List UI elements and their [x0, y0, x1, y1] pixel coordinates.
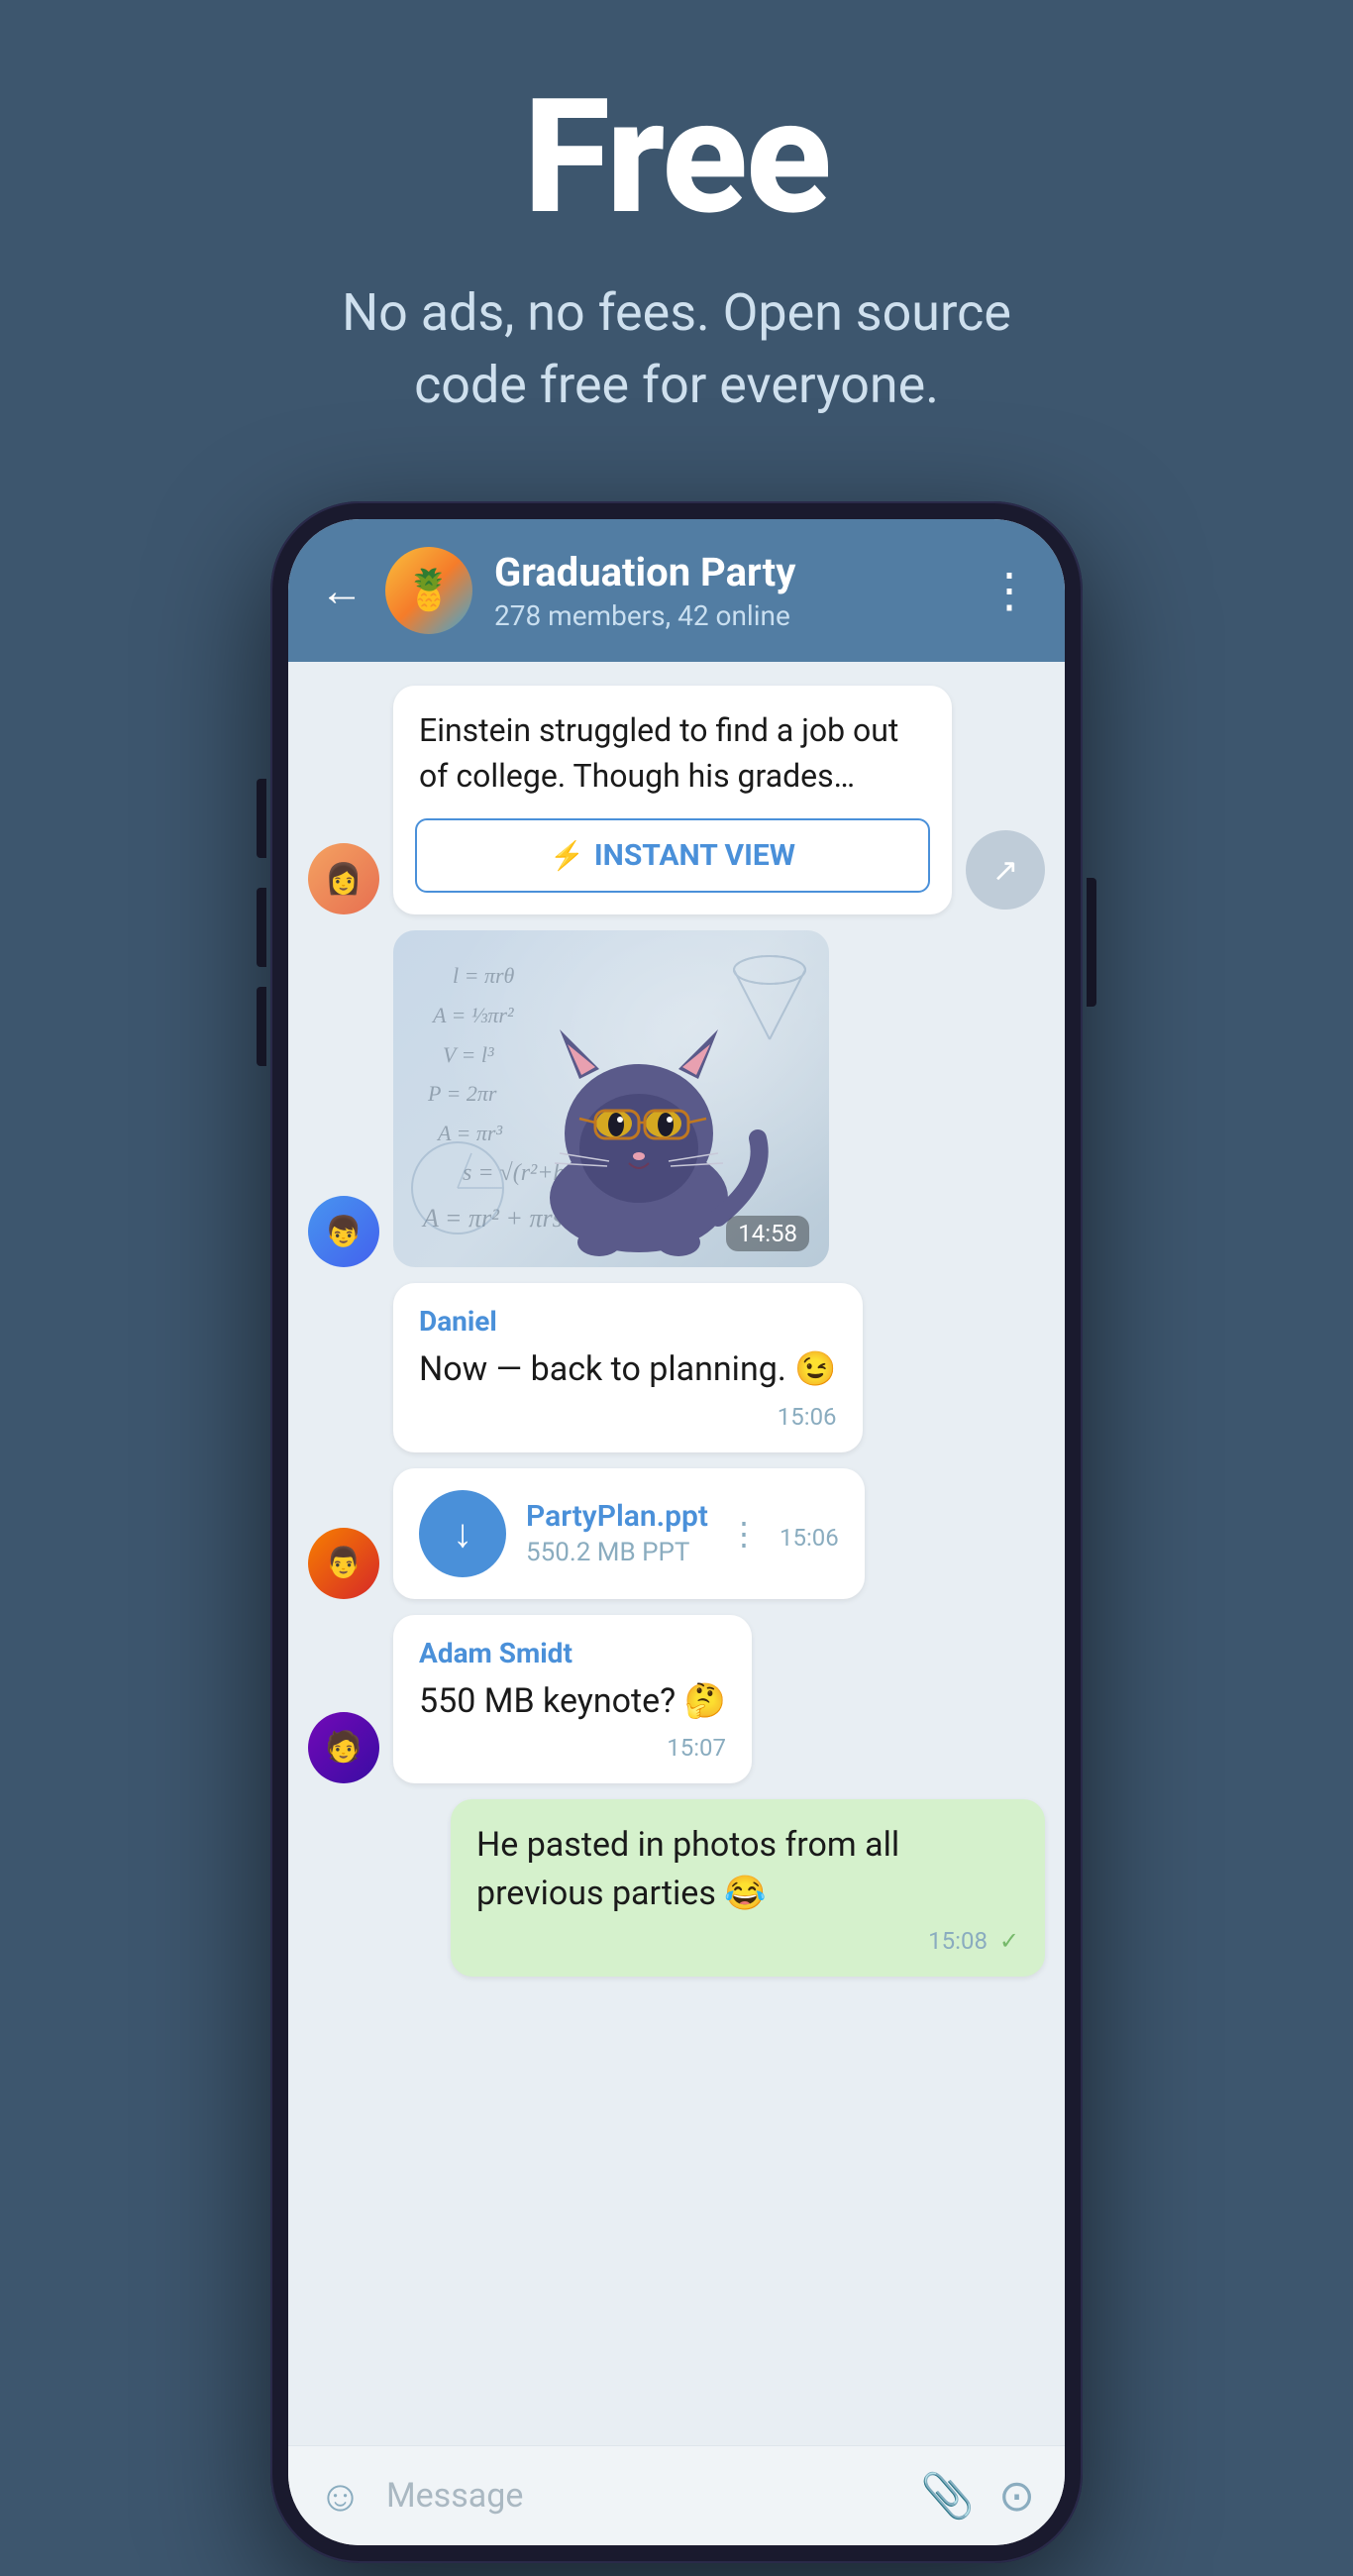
file-bubble: ↓ PartyPlan.ppt 550.2 MB PPT ⋮ 15:06 — [393, 1468, 865, 1599]
group-avatar: 🍍 — [385, 547, 472, 634]
back-button[interactable]: ← — [320, 569, 364, 612]
avatar-girl: 👩 — [308, 843, 379, 914]
adam-msg-time: 15:07 — [419, 1734, 726, 1762]
math-formula-1: l = πrθ — [453, 956, 514, 996]
chat-input-area: ☺ Message 📎 ⊙ — [288, 2445, 1065, 2545]
avatar-guy3: 🧑 — [308, 1712, 379, 1783]
instant-view-label: INSTANT VIEW — [594, 838, 795, 873]
group-name: Graduation Party — [494, 549, 964, 595]
group-members: 278 members, 42 online — [494, 599, 964, 632]
sticker-message-row: 👦 l = πrθ A = ⅓πr² V = l³ P = 2πr A = πr… — [308, 930, 1045, 1267]
group-info: Graduation Party 278 members, 42 online — [494, 549, 964, 632]
sticker-time: 14:58 — [726, 1216, 809, 1251]
article-bubble: Einstein struggled to find a job out of … — [393, 686, 952, 915]
sticker-container: l = πrθ A = ⅓πr² V = l³ P = 2πr A = πr³ … — [393, 930, 829, 1267]
sent-bubble: He pasted in photos from all previous pa… — [451, 1799, 1045, 1977]
phone-mockup: ← 🍍 Graduation Party 278 members, 42 onl… — [270, 501, 1083, 2563]
camera-button[interactable]: ⊙ — [998, 2470, 1035, 2522]
file-download-icon[interactable]: ↓ — [419, 1490, 506, 1577]
sticker-background: l = πrθ A = ⅓πr² V = l³ P = 2πr A = πr³ … — [393, 930, 829, 1267]
adam-bubble: Adam Smidt 550 MB keynote? 🤔 15:07 — [393, 1615, 752, 1783]
adam-message-row: 🧑 Adam Smidt 550 MB keynote? 🤔 15:07 — [308, 1615, 1045, 1783]
file-message-row: 👨 ↓ PartyPlan.ppt 550.2 MB PPT ⋮ 15:06 — [308, 1468, 1045, 1599]
attach-button[interactable]: 📎 — [920, 2470, 975, 2522]
instant-view-button[interactable]: ⚡ INSTANT VIEW — [415, 818, 930, 893]
file-info: PartyPlan.ppt 550.2 MB PPT — [526, 1499, 708, 1567]
hero-subtitle: No ads, no fees. Open source code free f… — [280, 277, 1073, 422]
chat-area: 👩 Einstein struggled to find a job out o… — [288, 662, 1065, 2445]
group-avatar-emoji: 🍍 — [404, 567, 454, 613]
avatar-guy2: 👨 — [308, 1528, 379, 1599]
adam-bubble-text: 550 MB keynote? 🤔 — [419, 1677, 726, 1726]
sent-msg-time: 15:08 ✓ — [476, 1927, 1019, 1955]
more-icon[interactable]: ⋮ — [986, 562, 1033, 618]
hero-section: Free No ads, no fees. Open source code f… — [0, 0, 1353, 482]
file-more-icon[interactable]: ⋮ — [728, 1515, 760, 1553]
chat-header: ← 🍍 Graduation Party 278 members, 42 onl… — [288, 519, 1065, 662]
hero-title: Free — [0, 79, 1353, 238]
phone-screen: ← 🍍 Graduation Party 278 members, 42 onl… — [288, 519, 1065, 2545]
circle-svg — [408, 1138, 507, 1237]
file-msg-time: 15:06 — [780, 1524, 839, 1552]
sent-bubble-text: He pasted in photos from all previous pa… — [476, 1821, 1019, 1919]
daniel-bubble: Daniel Now — back to planning. 😉 15:06 — [393, 1283, 863, 1451]
share-button[interactable]: ↗ — [966, 830, 1045, 910]
math-formula-3: V = l³ — [443, 1035, 494, 1075]
daniel-msg-time: 15:06 — [419, 1403, 837, 1431]
article-message-row: 👩 Einstein struggled to find a job out o… — [308, 686, 1045, 915]
emoji-button[interactable]: ☺ — [318, 2470, 363, 2522]
avatar-guy1: 👦 — [308, 1196, 379, 1267]
checkmark-icon: ✓ — [999, 1927, 1019, 1955]
phone-outer: ← 🍍 Graduation Party 278 members, 42 onl… — [270, 501, 1083, 2563]
article-text: Einstein struggled to find a job out of … — [393, 686, 952, 809]
daniel-bubble-text: Now — back to planning. 😉 — [419, 1345, 837, 1394]
file-name: PartyPlan.ppt — [526, 1499, 708, 1534]
daniel-sender-name: Daniel — [419, 1305, 837, 1338]
bolt-icon: ⚡ — [550, 839, 584, 872]
sent-message-row: He pasted in photos from all previous pa… — [308, 1799, 1045, 1977]
math-formula-4: P = 2πr — [428, 1074, 496, 1114]
file-size: 550.2 MB PPT — [526, 1538, 708, 1567]
adam-sender-name: Adam Smidt — [419, 1637, 726, 1669]
daniel-message-row: Daniel Now — back to planning. 😉 15:06 — [308, 1283, 1045, 1451]
message-input[interactable]: Message — [386, 2476, 896, 2516]
